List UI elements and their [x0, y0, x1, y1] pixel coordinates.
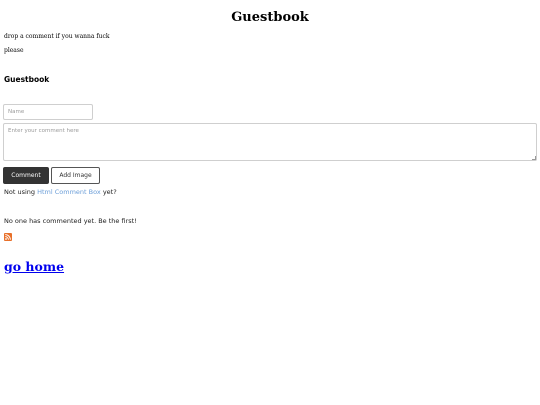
rss-icon[interactable]: [4, 233, 12, 241]
comment-textarea[interactable]: [3, 123, 537, 161]
intro-text: drop a comment if you wanna fuck: [4, 33, 110, 40]
html-comment-box-link[interactable]: Html Comment Box: [37, 188, 101, 196]
add-image-button[interactable]: Add Image: [51, 167, 100, 184]
comment-button[interactable]: Comment: [3, 167, 49, 184]
resize-grip-icon[interactable]: [532, 156, 536, 160]
powered-by-prefix: Not using: [4, 188, 36, 196]
go-home-link[interactable]: go home: [4, 259, 64, 274]
powered-by-text: Not using Html Comment Box yet?: [4, 188, 117, 196]
name-input[interactable]: [3, 104, 93, 120]
powered-by-suffix: yet?: [102, 188, 117, 196]
page-title: Guestbook: [231, 10, 309, 25]
comment-section-title: Guestbook: [4, 75, 50, 84]
intro-text-please: please: [4, 47, 24, 54]
empty-comments-message: No one has commented yet. Be the first!: [4, 217, 137, 225]
